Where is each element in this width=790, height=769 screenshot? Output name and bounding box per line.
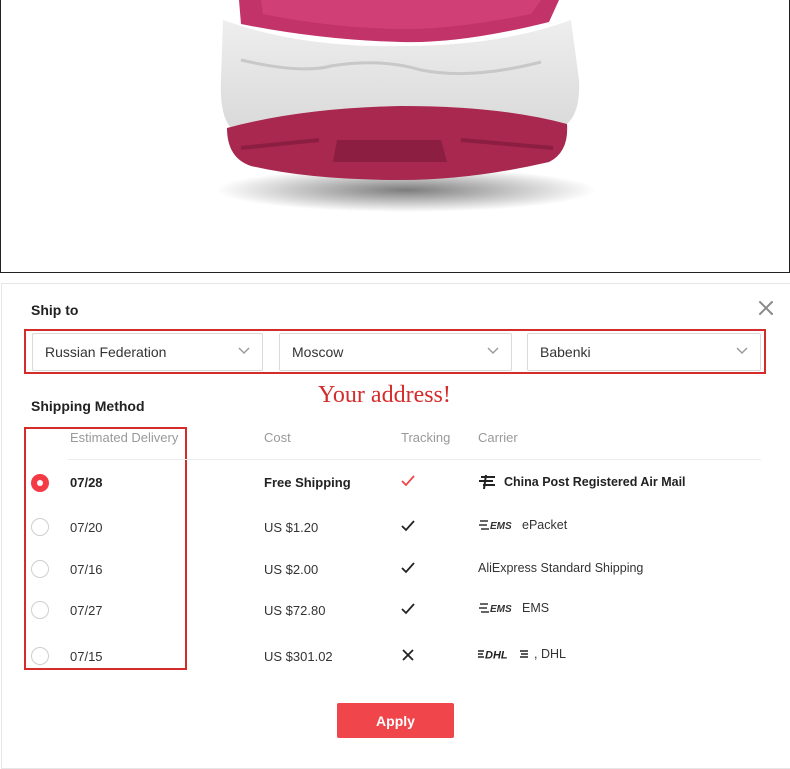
radio-unselected[interactable] [31, 518, 49, 536]
dhl-logo-icon: DHL [478, 650, 528, 661]
ems-logo-icon: EMS [479, 603, 512, 614]
shipping-cost: Free Shipping [264, 475, 351, 490]
delivery-date: 07/16 [70, 562, 103, 577]
country-select[interactable]: Russian Federation [32, 333, 263, 371]
close-icon[interactable] [756, 298, 776, 318]
column-header-tracking: Tracking [401, 430, 451, 445]
chevron-down-icon [238, 347, 250, 354]
shipping-cost: US $301.02 [264, 649, 333, 664]
address-annotation: Your address! [318, 382, 451, 408]
district-select[interactable]: Babenki [527, 333, 761, 371]
shipping-option-row[interactable]: 07/28 Free Shipping China Post Registere… [2, 463, 790, 503]
chevron-down-icon [736, 347, 748, 354]
radio-selected[interactable] [31, 474, 49, 492]
shoe-heel-illustration [216, 0, 596, 212]
check-icon [401, 603, 415, 618]
ems-logo-icon: EMS [479, 520, 512, 531]
shipping-cost: US $72.80 [264, 603, 326, 618]
svg-text:EMS: EMS [490, 604, 512, 614]
column-header-carrier: Carrier [478, 430, 518, 445]
shipping-option-row[interactable]: 07/15 US $301.02 DHL , DHL [2, 636, 790, 676]
product-image [0, 0, 790, 273]
delivery-date: 07/15 [70, 649, 103, 664]
carrier-name: EMS [522, 601, 550, 615]
check-icon [401, 562, 415, 577]
carrier-cell: DHL , DHL [478, 647, 566, 661]
column-header-delivery: Estimated Delivery [70, 430, 179, 445]
header-divider [68, 459, 761, 460]
shipping-option-row[interactable]: 07/16 US $2.00 AliExpress Standard Shipp… [2, 549, 790, 589]
district-value: Babenki [540, 344, 591, 360]
cross-icon [401, 648, 415, 665]
svg-text:DHL: DHL [485, 650, 508, 661]
china-post-logo-icon [479, 474, 495, 490]
city-value: Moscow [292, 344, 344, 360]
delivery-date: 07/20 [70, 520, 103, 535]
radio-unselected[interactable] [31, 647, 49, 665]
shipping-dialog: Ship to Russian Federation Moscow Babenk… [1, 283, 790, 769]
carrier-name: ePacket [522, 518, 568, 532]
carrier-name: China Post Registered Air Mail [504, 475, 686, 489]
ship-to-title: Ship to [31, 302, 79, 318]
country-value: Russian Federation [45, 344, 167, 360]
carrier-name: AliExpress Standard Shipping [478, 561, 644, 575]
delivery-date: 07/28 [70, 475, 103, 490]
delivery-date: 07/27 [70, 603, 103, 618]
radio-unselected[interactable] [31, 560, 49, 578]
shipping-method-title: Shipping Method [31, 398, 145, 414]
check-icon [401, 475, 415, 490]
shipping-option-row[interactable]: 07/20 US $1.20 EMS ePacket [2, 508, 790, 548]
check-icon [401, 520, 415, 535]
apply-button[interactable]: Apply [337, 703, 454, 738]
column-header-cost: Cost [264, 430, 291, 445]
radio-unselected[interactable] [31, 601, 49, 619]
shipping-option-row[interactable]: 07/27 US $72.80 EMS EMS [2, 590, 790, 630]
carrier-cell: China Post Registered Air Mail [478, 474, 686, 490]
shipping-cost: US $1.20 [264, 520, 319, 535]
shipping-cost: US $2.00 [264, 562, 319, 577]
carrier-cell: AliExpress Standard Shipping [478, 561, 643, 575]
chevron-down-icon [487, 347, 499, 354]
city-select[interactable]: Moscow [279, 333, 512, 371]
svg-text:EMS: EMS [490, 521, 512, 531]
carrier-cell: EMS ePacket [478, 518, 567, 532]
carrier-name: , DHL [534, 647, 566, 661]
carrier-cell: EMS EMS [478, 601, 549, 615]
